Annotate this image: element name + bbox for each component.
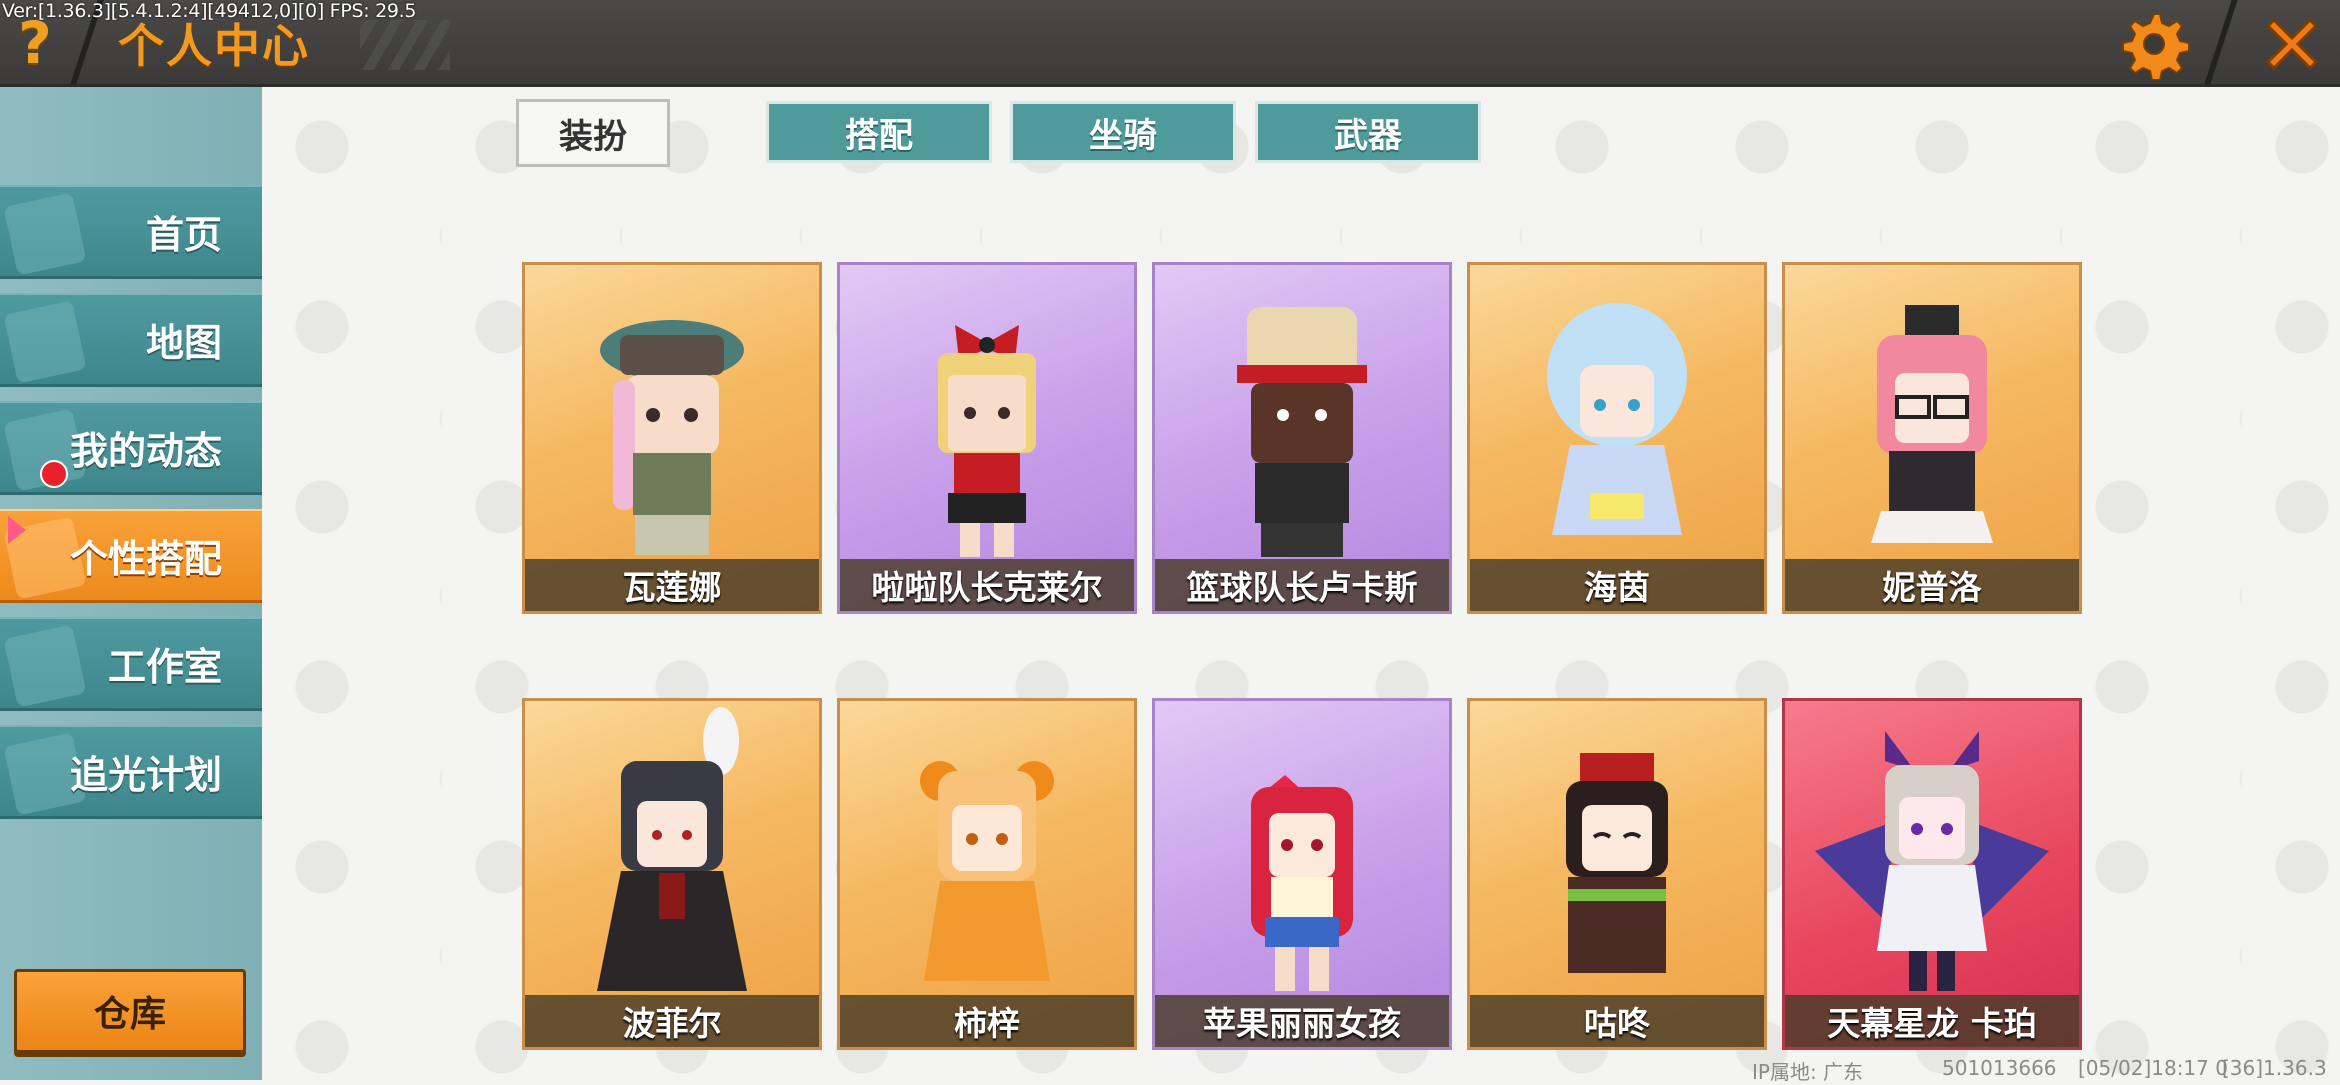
- settings-button[interactable]: [2118, 8, 2190, 81]
- studio-icon: [3, 624, 87, 708]
- skin-name: 瓦莲娜: [622, 568, 722, 607]
- character-figure-icon: [1237, 307, 1367, 557]
- sidebar-item-map[interactable]: 地图: [0, 293, 262, 387]
- skin-card[interactable]: 柿梓: [837, 698, 1137, 1050]
- decorative-stripes: [360, 20, 450, 70]
- sidebar-item-label: 工作室: [107, 645, 222, 689]
- active-indicator-arrow: [8, 516, 26, 544]
- notification-badge: [40, 460, 68, 488]
- tab-weapon[interactable]: 武器: [1255, 101, 1481, 163]
- tab-outfit[interactable]: 装扮: [516, 99, 670, 167]
- sidebar-item-label: 我的动态: [69, 429, 222, 473]
- skin-card[interactable]: 波菲尔: [522, 698, 822, 1050]
- timestamp: [05/02]18:17 0: [2078, 1056, 2228, 1080]
- sidebar-item-plan[interactable]: 追光计划: [0, 725, 262, 819]
- sidebar-item-label: 地图: [145, 321, 222, 365]
- character-figure-icon: [597, 707, 747, 991]
- skin-name: 啦啦队长克莱尔: [871, 568, 1103, 607]
- skin-name: 妮普洛: [1882, 568, 1982, 607]
- sidebar-item-home[interactable]: 首页: [0, 185, 262, 279]
- gear-icon: [2122, 13, 2190, 81]
- skin-name: 天幕星龙 卡珀: [1827, 1004, 2037, 1043]
- divider: [2204, 0, 2238, 84]
- warehouse-button[interactable]: 仓库: [14, 969, 246, 1053]
- sidebar-item-label: 个性搭配: [69, 537, 222, 581]
- skin-name-plate: 天幕星龙 卡珀: [1785, 995, 2079, 1047]
- character-figure-icon: [1566, 753, 1668, 973]
- sidebar-item-outfit[interactable]: 个性搭配: [0, 509, 262, 603]
- skin-name-plate: 苹果丽丽女孩: [1155, 995, 1449, 1047]
- version: [36]1.36.3: [2222, 1056, 2327, 1080]
- skin-card[interactable]: 天幕星龙 卡珀: [1782, 698, 2082, 1050]
- ip-location: IP属地: 广东: [1752, 1060, 1864, 1084]
- skin-card[interactable]: 妮普洛: [1782, 262, 2082, 614]
- tab-match[interactable]: 搭配: [766, 101, 992, 163]
- character-figure-icon: [1871, 305, 1993, 543]
- skin-card[interactable]: 咕咚: [1467, 698, 1767, 1050]
- sidebar: 首页 地图 我的动态 个性搭配 工作室 追光计划 仓库: [0, 87, 262, 1080]
- skin-name-plate: 咕咚: [1470, 995, 1764, 1047]
- skin-name-plate: 篮球队长卢卡斯: [1155, 559, 1449, 611]
- close-x-icon: [2265, 17, 2319, 71]
- skin-name-plate: 波菲尔: [525, 995, 819, 1047]
- skin-name-plate: 啦啦队长克莱尔: [840, 559, 1134, 611]
- skin-name: 咕咚: [1584, 1004, 1650, 1043]
- character-figure-icon: [1815, 731, 2049, 991]
- map-icon: [3, 300, 87, 384]
- skin-card[interactable]: 篮球队长卢卡斯: [1152, 262, 1452, 614]
- skin-name: 苹果丽丽女孩: [1203, 1004, 1401, 1043]
- home-icon: [3, 192, 87, 276]
- user-id: 501013666: [1942, 1056, 2057, 1080]
- character-figure-icon: [600, 320, 744, 555]
- skin-card[interactable]: 瓦莲娜: [522, 262, 822, 614]
- skin-card[interactable]: 啦啦队长克莱尔: [837, 262, 1137, 614]
- skin-card[interactable]: 海茵: [1467, 262, 1767, 614]
- skin-card[interactable]: 苹果丽丽女孩: [1152, 698, 1452, 1050]
- skin-name-plate: 柿梓: [840, 995, 1134, 1047]
- character-figure-icon: [920, 761, 1054, 981]
- sidebar-item-label: 追光计划: [69, 753, 222, 797]
- skin-name: 海茵: [1584, 568, 1650, 607]
- character-figure-icon: [938, 325, 1036, 557]
- sidebar-item-studio[interactable]: 工作室: [0, 617, 262, 711]
- sidebar-item-label: 首页: [145, 213, 222, 257]
- character-figure-icon: [1251, 775, 1353, 991]
- skin-name: 波菲尔: [622, 1004, 722, 1043]
- tab-mount[interactable]: 坐骑: [1010, 101, 1236, 163]
- skin-name-plate: 妮普洛: [1785, 559, 2079, 611]
- skin-name-plate: 海茵: [1470, 559, 1764, 611]
- close-button[interactable]: [2256, 8, 2328, 80]
- skin-name: 柿梓: [954, 1004, 1020, 1043]
- debug-overlay: Ver:[1.36.3][5.4.1.2:4][49412,0][0] FPS:…: [2, 0, 417, 22]
- skin-name-plate: 瓦莲娜: [525, 559, 819, 611]
- skin-name: 篮球队长卢卡斯: [1186, 568, 1418, 607]
- sidebar-item-feed[interactable]: 我的动态: [0, 401, 262, 495]
- character-figure-icon: [1547, 303, 1687, 535]
